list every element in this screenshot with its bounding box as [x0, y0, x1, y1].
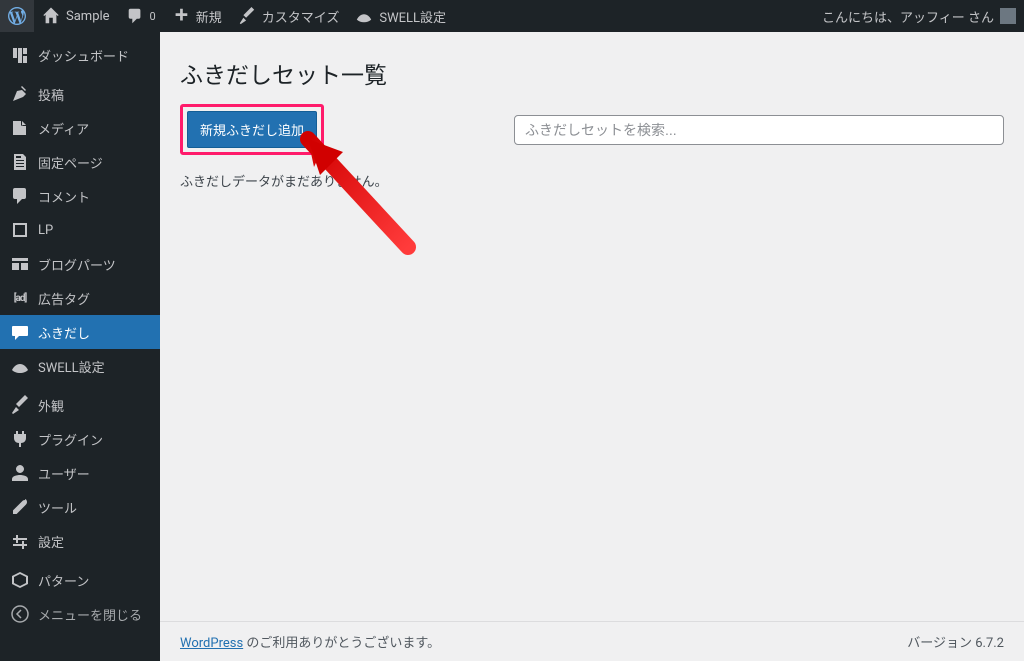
swell-icon — [355, 7, 373, 25]
plugin-icon — [10, 429, 30, 449]
adtag-icon: [ad] — [10, 288, 30, 308]
user-icon — [10, 463, 30, 483]
sidebar-item-balloon[interactable]: ふきだし — [0, 315, 160, 349]
sidebar-item-pages[interactable]: 固定ページ — [0, 145, 160, 179]
swell-settings-link[interactable]: SWELL設定 — [347, 0, 454, 32]
sidebar-item-blogparts[interactable]: ブログパーツ — [0, 247, 160, 281]
home-icon — [42, 7, 60, 25]
sidebar-item-label: 設定 — [38, 532, 64, 551]
sidebar-item-label: 外観 — [38, 396, 64, 415]
wordpress-icon — [8, 7, 26, 25]
sidebar-item-dashboard[interactable]: ダッシュボード — [0, 38, 160, 72]
empty-message: ふきだしデータがまだありません。 — [180, 171, 1004, 190]
sidebar-item-label: ユーザー — [38, 464, 90, 483]
sidebar-item-lp[interactable]: LP — [0, 213, 160, 247]
collapse-icon — [10, 604, 30, 624]
media-icon — [10, 118, 30, 138]
sidebar-item-tools[interactable]: ツール — [0, 490, 160, 524]
wordpress-link[interactable]: WordPress — [180, 636, 243, 651]
sidebar-item-label: 広告タグ — [38, 289, 90, 308]
add-new-highlight: 新規ふきだし追加 — [180, 104, 324, 155]
tool-icon — [10, 497, 30, 517]
sidebar-item-label: ツール — [38, 498, 77, 517]
dashboard-icon — [10, 45, 30, 65]
sidebar-item-label: パターン — [38, 571, 89, 590]
comment-icon — [126, 7, 144, 25]
search-input[interactable] — [514, 115, 1004, 145]
sidebar-item-plugins[interactable]: プラグイン — [0, 422, 160, 456]
brush-icon — [238, 7, 256, 25]
sidebar-item-comments[interactable]: コメント — [0, 179, 160, 213]
sidebar-item-label: ブログパーツ — [38, 255, 116, 274]
collapse-menu-button[interactable]: メニューを閉じる — [0, 597, 160, 631]
site-link[interactable]: Sample — [34, 0, 118, 32]
page-title: ふきだしセット一覧 — [180, 32, 1004, 104]
comment-icon — [10, 186, 30, 206]
add-new-button[interactable]: 新規ふきだし追加 — [187, 111, 317, 148]
sidebar-item-label: コメント — [38, 187, 90, 206]
sidebar-item-adtag[interactable]: [ad] 広告タグ — [0, 281, 160, 315]
comments-count: 0 — [150, 10, 156, 23]
collapse-label: メニューを閉じる — [38, 605, 142, 624]
sidebar-item-media[interactable]: メディア — [0, 111, 160, 145]
sidebar-item-label: LP — [38, 223, 53, 238]
sidebar-item-label: プラグイン — [38, 430, 103, 449]
comments-link[interactable]: 0 — [118, 0, 164, 32]
customize-label: カスタマイズ — [262, 7, 340, 26]
sidebar-item-label: SWELL設定 — [38, 357, 105, 376]
settings-icon — [10, 531, 30, 551]
sidebar-item-swell[interactable]: SWELL設定 — [0, 349, 160, 383]
page-icon — [10, 152, 30, 172]
sidebar-item-label: メディア — [38, 119, 89, 138]
version-text: バージョン 6.7.2 — [907, 632, 1004, 651]
sidebar-item-users[interactable]: ユーザー — [0, 456, 160, 490]
footer-thanks: WordPress のご利用ありがとうございます。 — [180, 632, 440, 651]
balloon-icon — [10, 322, 30, 342]
site-name: Sample — [66, 9, 110, 24]
wp-logo[interactable] — [0, 0, 34, 32]
swell-label: SWELL設定 — [379, 7, 446, 26]
customize-link[interactable]: カスタマイズ — [230, 0, 348, 32]
account-link[interactable]: こんにちは、アッフィー さん — [814, 0, 1024, 32]
sidebar-item-appearance[interactable]: 外観 — [0, 388, 160, 422]
pin-icon — [10, 84, 30, 104]
pattern-icon — [10, 570, 30, 590]
avatar — [1000, 8, 1016, 24]
new-content-link[interactable]: 新規 — [164, 0, 230, 32]
sidebar-item-label: 固定ページ — [38, 153, 103, 172]
sidebar-item-label: 投稿 — [38, 85, 64, 104]
blogparts-icon — [10, 254, 30, 274]
swell-icon — [10, 356, 30, 376]
sidebar-item-label: ふきだし — [38, 323, 90, 342]
greeting-text: こんにちは、アッフィー さん — [822, 7, 994, 26]
sidebar-item-posts[interactable]: 投稿 — [0, 77, 160, 111]
lp-icon — [10, 220, 30, 240]
sidebar-item-label: ダッシュボード — [38, 46, 129, 65]
sidebar-item-patterns[interactable]: パターン — [0, 563, 160, 597]
sidebar-item-settings[interactable]: 設定 — [0, 524, 160, 558]
new-label: 新規 — [196, 7, 222, 26]
plus-icon — [172, 7, 190, 25]
brush-icon — [10, 395, 30, 415]
